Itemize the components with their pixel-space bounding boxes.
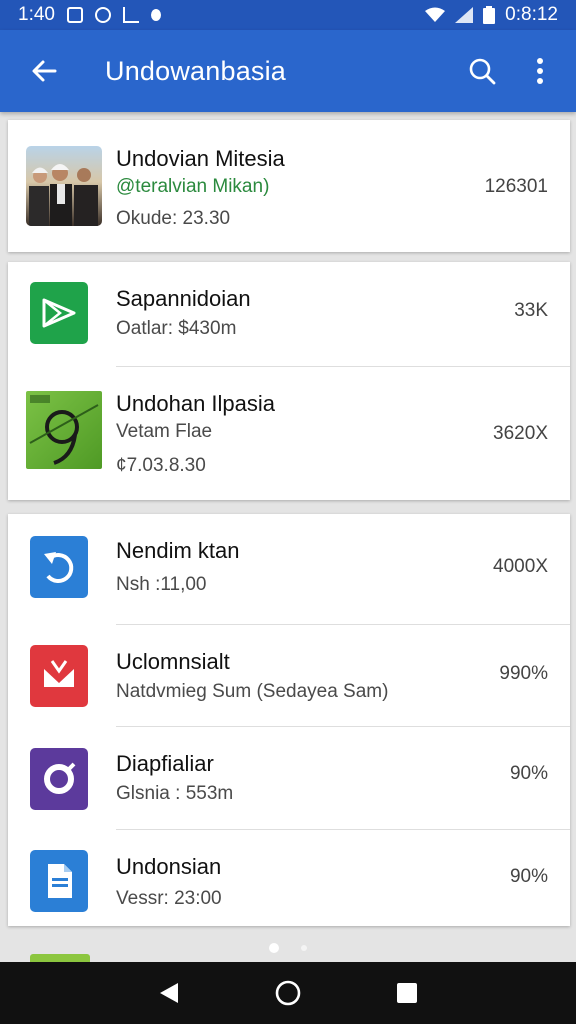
green-map-thumb (26, 391, 102, 469)
item-value: 4000X (493, 556, 548, 577)
item-title: Undohan Ilpasia (116, 391, 276, 416)
record-icon (94, 7, 111, 23)
list-item[interactable]: Sapannidoian Oatlar: $430m 33K (8, 262, 570, 366)
item-value: 90% (509, 763, 548, 784)
card-featured: Undovian Mitesia @teralvian Mikan) Okude… (8, 120, 570, 252)
signal-icon (455, 7, 474, 23)
list-item[interactable]: Diapfialiar Glsnia : 553m 90% (8, 727, 570, 829)
blue-refresh-app-icon (30, 536, 88, 598)
item-title: Nendim ktan (116, 538, 240, 563)
search-button[interactable] (460, 49, 504, 93)
photo-people-thumb (26, 146, 102, 226)
list-item[interactable]: Nendim ktan Nsh :11,00 4000X (8, 514, 570, 624)
dot-icon (150, 9, 161, 21)
back-triangle-icon (160, 983, 179, 1003)
item-title: Diapfialiar (116, 751, 214, 776)
more-vert-icon (537, 58, 543, 84)
status-clock: 0:8:12 (505, 4, 558, 25)
item-subtitle: Vetam Flae (116, 421, 213, 442)
list-item[interactable]: Uclomnsialt Natdvmieg Sum (Sedayea Sam) … (8, 625, 570, 726)
list-item[interactable]: Undonsian Vessr: 23:00 90% (8, 830, 570, 926)
recents-square-icon (396, 983, 417, 1003)
blue-document-app-icon (30, 850, 88, 912)
list-item[interactable]: Undohan Ilpasia Vetam Flae ¢7.03.8.30 36… (8, 367, 570, 500)
item-subtitle: Natdvmieg Sum (Sedayea Sam) (116, 681, 389, 702)
nav-recents-button[interactable] (387, 973, 427, 1013)
nav-back-button[interactable] (149, 973, 189, 1013)
item-meta: Okude: 23.30 (116, 208, 231, 229)
search-icon (469, 58, 496, 85)
item-title: Undovian Mitesia (116, 146, 285, 171)
item-title: Undonsian (116, 854, 222, 879)
status-time: 1:40 (18, 4, 55, 25)
notification-icon (66, 7, 83, 23)
list-item[interactable]: Undovian Mitesia @teralvian Mikan) Okude… (8, 120, 570, 252)
card-group-3: Nendim ktan Nsh :11,00 4000X Uclomnsialt… (8, 514, 570, 926)
item-subtitle: @teralvian Mikan) (116, 176, 270, 197)
home-circle-icon (275, 980, 301, 1006)
item-title: Uclomnsialt (116, 649, 230, 674)
item-subtitle: Oatlar: $430m (116, 318, 237, 339)
item-subtitle: Vessr: 23:00 (116, 888, 222, 909)
item-value: 990% (499, 663, 548, 684)
page-title: Undowanbasia (105, 55, 287, 86)
back-button[interactable] (20, 47, 68, 95)
nav-home-button[interactable] (268, 973, 308, 1013)
page-dot-active (269, 943, 279, 953)
more-options-button[interactable] (518, 49, 562, 93)
item-value: 126301 (484, 176, 548, 197)
app-bar: Undowanbasia (0, 30, 576, 112)
item-subtitle: Nsh :11,00 (116, 574, 207, 595)
navigation-bar (0, 962, 576, 1024)
battery-icon (483, 6, 496, 24)
page-dot (301, 945, 307, 951)
item-value: 90% (509, 866, 548, 887)
card-group-2: Sapannidoian Oatlar: $430m 33K Undohan I… (8, 262, 570, 500)
purple-ring-app-icon (30, 748, 88, 810)
item-value: 33K (514, 300, 548, 321)
wifi-icon (425, 7, 446, 22)
chart-icon (122, 7, 139, 23)
item-meta: ¢7.03.8.30 (116, 455, 206, 476)
item-value: 3620X (493, 423, 548, 444)
arrow-left-icon (32, 60, 57, 82)
status-bar: 1:40 0:8:12 (0, 0, 576, 30)
red-inbox-app-icon (30, 645, 88, 707)
item-subtitle: Glsnia : 553m (116, 783, 234, 804)
item-title: Sapannidoian (116, 286, 251, 311)
green-send-app-icon (30, 282, 88, 344)
